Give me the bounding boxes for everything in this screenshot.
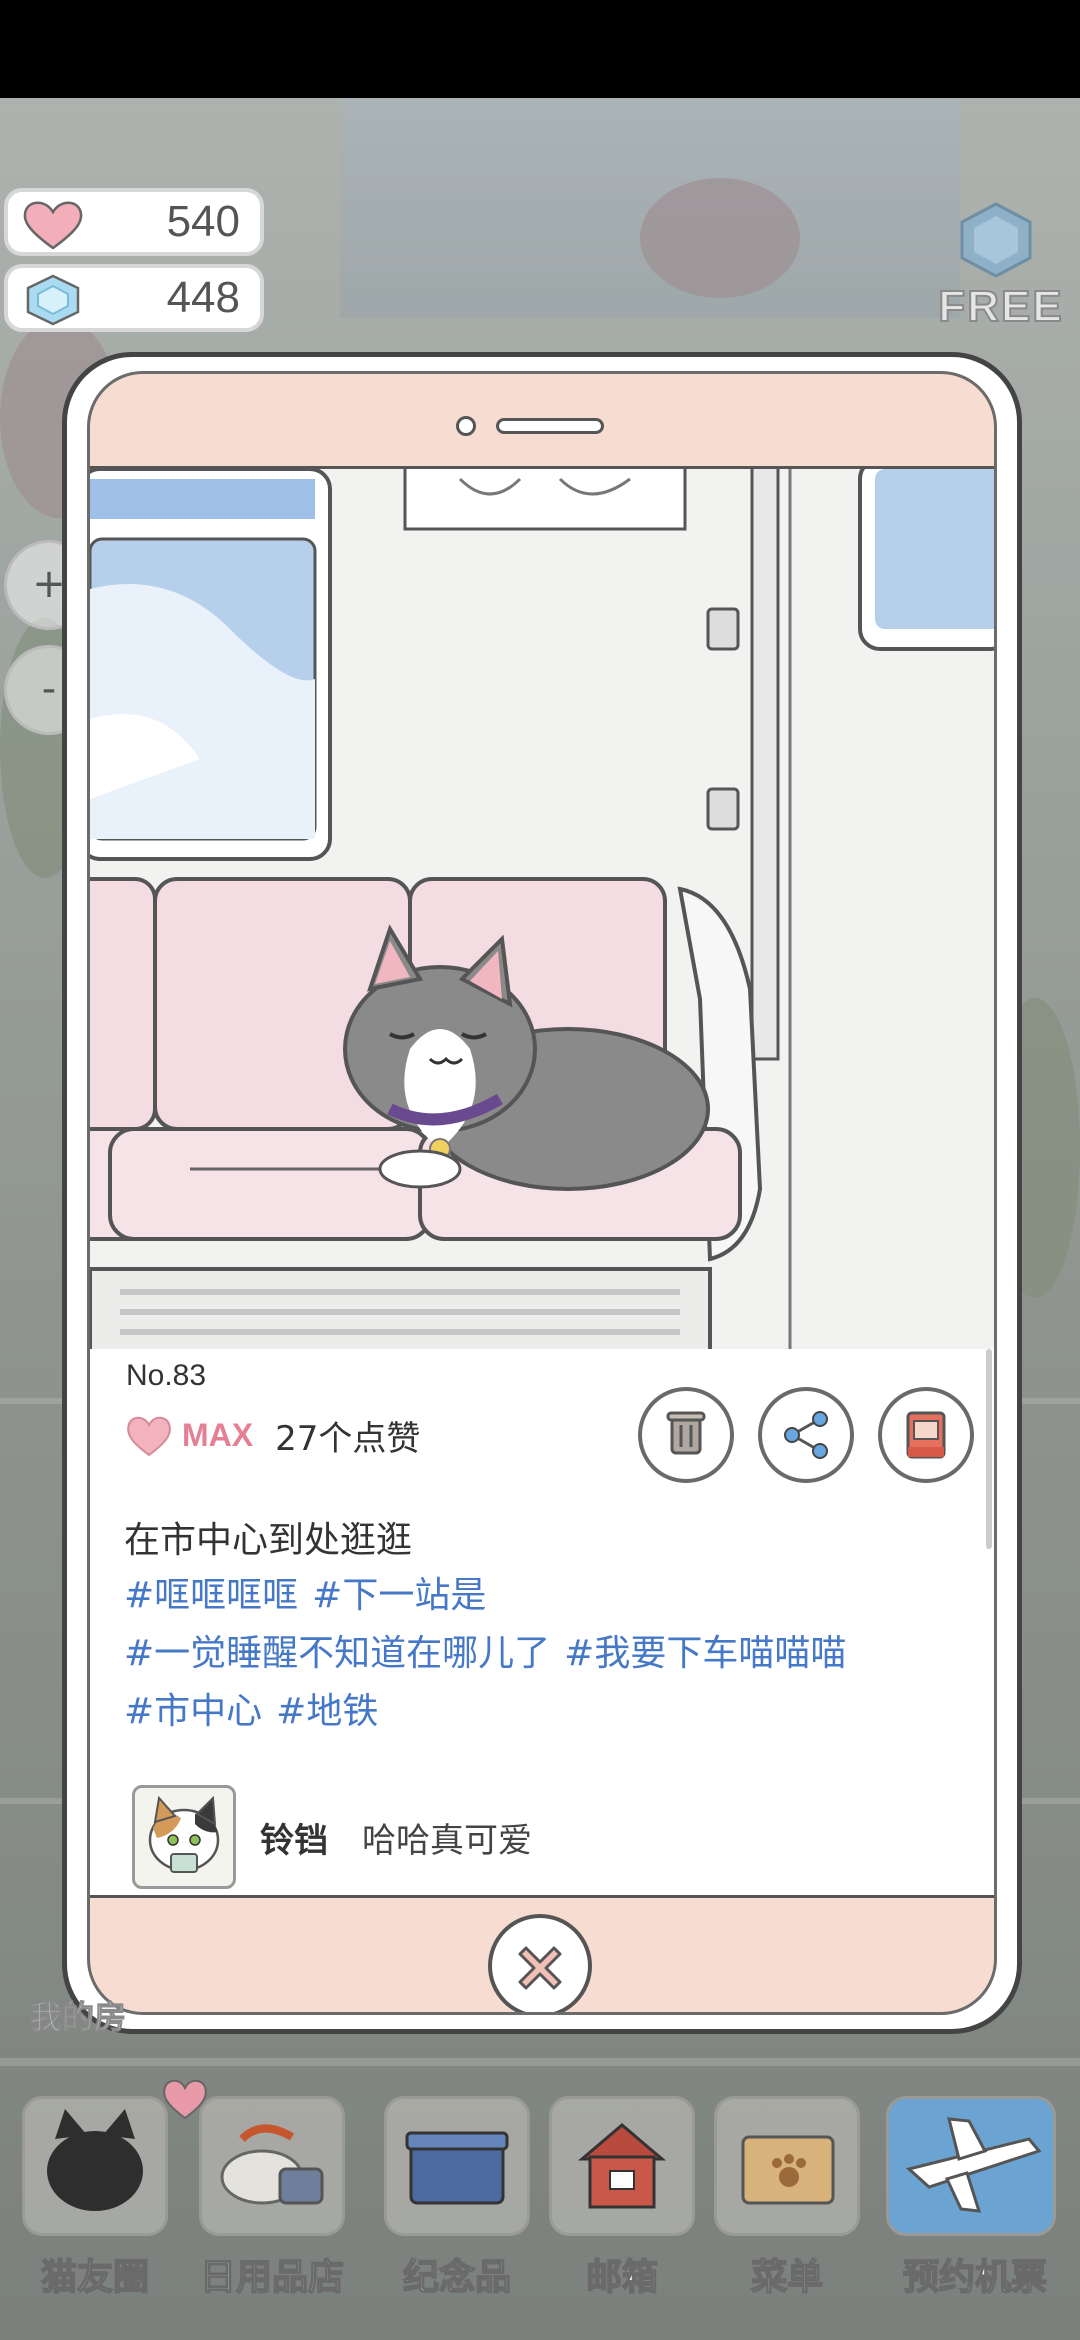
mailbox-icon xyxy=(577,2123,667,2209)
post-screen: No.83 MAX 27个点赞 在市中心到处逛逛 #哐哐哐哐 #下一站是 #一觉… xyxy=(90,466,994,1898)
nav-menu[interactable]: 菜单 xyxy=(712,2056,862,2326)
nav-label: 纪念品 xyxy=(402,2256,512,2299)
close-icon xyxy=(518,1946,562,1990)
nav-mailbox[interactable]: 邮箱 xyxy=(547,2056,697,2326)
nav-cat-friends[interactable]: 猫友圈 xyxy=(20,2056,207,2326)
hashtag[interactable]: #一觉睡醒不知道在哪儿了 xyxy=(124,1633,550,1674)
nav-book-flight[interactable]: 预约机票 xyxy=(886,2056,1056,2326)
album-button[interactable] xyxy=(878,1387,974,1483)
nav-tile xyxy=(22,2096,168,2236)
gems-value: 448 xyxy=(166,273,240,322)
hashtag[interactable]: #哐哐哐哐 xyxy=(124,1575,298,1616)
post-viewer-modal: No.83 MAX 27个点赞 在市中心到处逛逛 #哐哐哐哐 #下一站是 #一觉… xyxy=(62,352,1022,2034)
heart-icon xyxy=(23,201,83,250)
nav-label: 预约机票 xyxy=(902,2256,1048,2299)
comments-scrollbar[interactable] xyxy=(986,1349,992,1549)
hearts-counter[interactable]: 540 xyxy=(4,188,264,256)
zoom-out-label: - xyxy=(41,666,57,712)
share-button[interactable] xyxy=(758,1387,854,1483)
gem-icon xyxy=(26,274,80,326)
nav-daily-goods-shop[interactable]: 日用品店 xyxy=(197,2056,347,2326)
my-room-label[interactable]: 我的房 xyxy=(29,1992,126,2038)
trash-icon xyxy=(666,1411,706,1455)
status-bar xyxy=(0,0,1080,98)
hashtag[interactable]: #地铁 xyxy=(276,1691,378,1732)
post-caption: 在市中心到处逛逛 xyxy=(124,1520,413,1561)
post-photo[interactable] xyxy=(90,469,994,1369)
phone-speaker-bar xyxy=(496,418,604,434)
nav-label: 猫友圈 xyxy=(40,2256,150,2299)
max-badge: MAX xyxy=(182,1416,254,1453)
likes-heart-icon xyxy=(127,1416,171,1457)
hearts-value: 540 xyxy=(166,197,240,246)
nav-label: 邮箱 xyxy=(585,2256,659,2299)
likes-count: 27个点赞 xyxy=(275,1418,421,1459)
nav-tile xyxy=(549,2096,695,2236)
nav-tile xyxy=(886,2096,1056,2236)
gem-hex-icon xyxy=(960,202,1032,278)
shop-icon xyxy=(220,2124,324,2205)
nav-souvenirs[interactable]: 纪念品 xyxy=(382,2056,532,2326)
hashtag[interactable]: #市中心 xyxy=(124,1691,262,1732)
hashtag[interactable]: #我要下车喵喵喵 xyxy=(564,1633,846,1674)
post-info-panel: No.83 MAX 27个点赞 在市中心到处逛逛 #哐哐哐哐 #下一站是 #一觉… xyxy=(90,1349,994,1895)
close-button[interactable] xyxy=(488,1914,592,2012)
likes-row: MAX 27个点赞 xyxy=(124,1411,420,1459)
share-icon xyxy=(784,1411,828,1459)
free-gem-button[interactable]: FREE xyxy=(926,190,1076,340)
free-label: FREE xyxy=(937,281,1064,332)
phone-screen-frame: No.83 MAX 27个点赞 在市中心到处逛逛 #哐哐哐哐 #下一站是 #一觉… xyxy=(87,371,997,2015)
gems-counter[interactable]: 448 xyxy=(4,264,264,332)
zoom-in-label: + xyxy=(32,561,66,607)
calico-cat-avatar-icon xyxy=(148,1795,220,1873)
souvenir-box-icon xyxy=(405,2131,509,2205)
hashtag[interactable]: #下一站是 xyxy=(312,1575,486,1616)
post-hashtags: #哐哐哐哐 #下一站是 #一觉睡醒不知道在哪儿了 #我要下车喵喵喵 #市中心 #地铁 xyxy=(124,1567,964,1741)
commenter-name[interactable]: 铃铛 xyxy=(260,1813,328,1862)
phone-camera-dot xyxy=(456,416,476,436)
commenter-avatar[interactable] xyxy=(132,1785,236,1889)
album-icon xyxy=(906,1411,946,1459)
nav-label: 菜单 xyxy=(750,2256,824,2299)
comment-row: 铃铛 哈哈真可爱 xyxy=(132,1785,952,1895)
airplane-icon xyxy=(905,2117,1042,2213)
nav-tile xyxy=(714,2096,860,2236)
delete-button[interactable] xyxy=(638,1387,734,1483)
nav-tile xyxy=(199,2096,345,2236)
black-cat-icon xyxy=(47,2109,143,2211)
comment-text: 哈哈真可爱 xyxy=(362,1821,532,1861)
nav-tile xyxy=(384,2096,530,2236)
folder-paw-icon xyxy=(741,2135,835,2205)
post-number: No.83 xyxy=(126,1359,207,1392)
nav-label: 日用品店 xyxy=(199,2256,345,2299)
